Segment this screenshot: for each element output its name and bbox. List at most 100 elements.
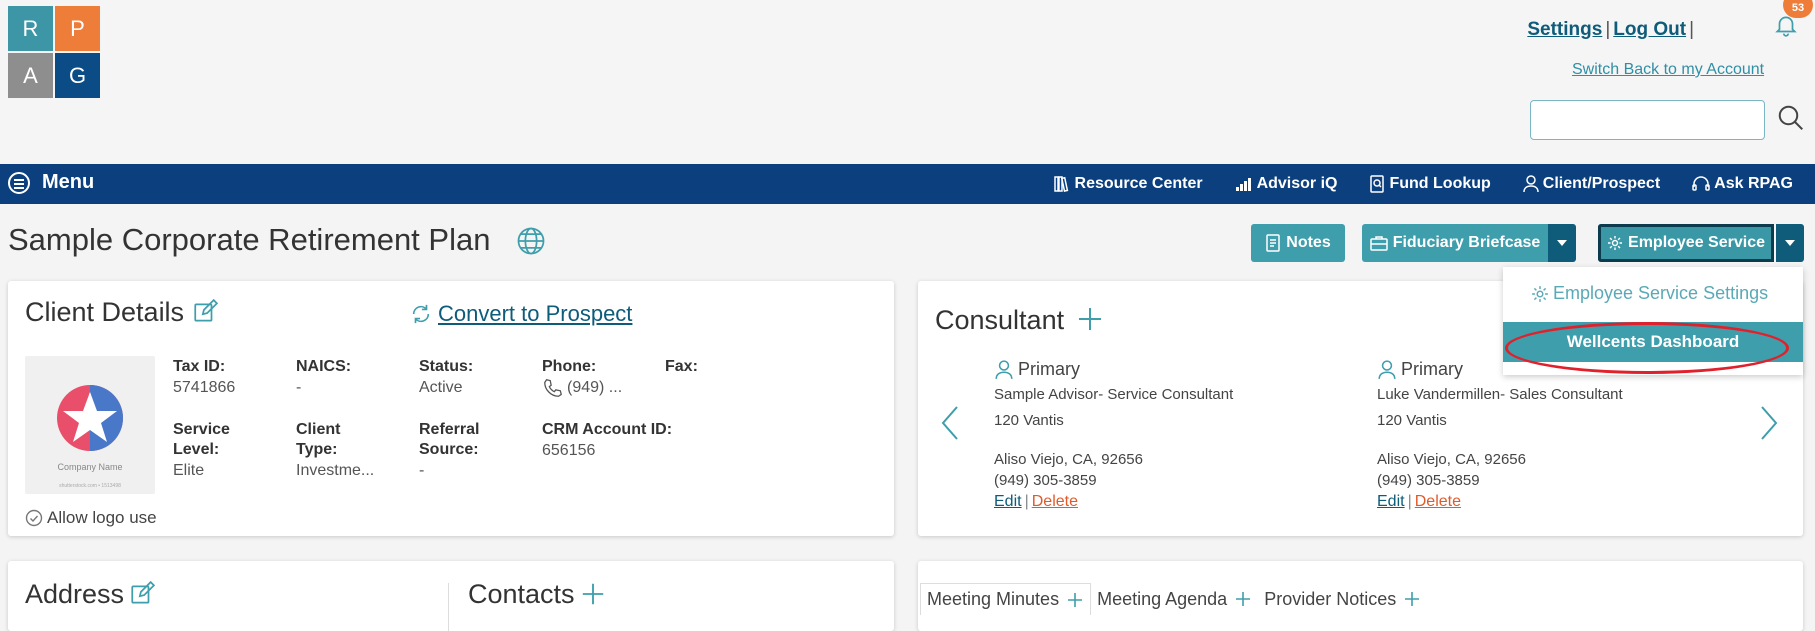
add-consultant-icon[interactable] (1076, 305, 1104, 333)
delete-consultant-link[interactable]: Delete (1032, 493, 1078, 510)
consultant-actions: Edit | Delete (1377, 493, 1461, 510)
employee-service-menu: Employee Service Settings Wellcents Dash… (1503, 267, 1803, 375)
contacts-title: Contacts (468, 579, 575, 609)
convert-to-prospect-link[interactable]: Convert to Prospect (410, 301, 632, 327)
plus-icon[interactable] (1066, 591, 1084, 609)
field-value: Investme... (296, 462, 375, 479)
refresh-icon (412, 304, 430, 324)
consultant-address2: Aliso Viejo, CA, 92656 (1377, 451, 1526, 468)
allow-logo-checkbox[interactable]: Allow logo use (25, 508, 157, 528)
consultant-actions: Edit | Delete (994, 493, 1078, 510)
tab-label: Meeting Minutes (927, 589, 1060, 609)
search-input[interactable] (1530, 100, 1765, 140)
fiduciary-briefcase-button[interactable]: Fiduciary Briefcase (1362, 224, 1548, 262)
briefcase-icon (1369, 236, 1388, 251)
employee-service-settings-item[interactable]: Employee Service Settings (1531, 283, 1768, 304)
address-title: Address (25, 579, 125, 609)
logo-letter: P (55, 6, 100, 51)
settings-link[interactable]: Settings (1527, 19, 1602, 40)
gear-icon (1532, 285, 1548, 302)
meetings-card: Meeting Minutes Meeting Agenda Provider … (918, 561, 1803, 631)
document-search-icon (1370, 175, 1385, 193)
top-links: Settings | Log Out | (1527, 19, 1697, 41)
add-contact-icon[interactable] (580, 581, 606, 607)
nav-label: Advisor iQ (1256, 175, 1338, 192)
books-icon (1053, 176, 1068, 192)
company-logo-caption: Company Name (57, 462, 123, 472)
delete-consultant-link[interactable]: Delete (1415, 493, 1461, 510)
field-value: - (419, 462, 425, 479)
consultant-address2: Aliso Viejo, CA, 92656 (994, 451, 1143, 468)
nav-client-prospect[interactable]: Client/Prospect (1523, 175, 1660, 193)
field-value: Elite (173, 462, 205, 479)
field-referral-source: Referral Source: - (419, 420, 509, 482)
nav-label: Resource Center (1074, 175, 1203, 192)
logout-link[interactable]: Log Out (1613, 19, 1686, 40)
consultant-phone: (949) 305-3859 (1377, 472, 1480, 489)
nav-label: Ask RPAG (1714, 175, 1793, 192)
plus-icon[interactable] (1234, 590, 1252, 608)
tab-meeting-agenda[interactable]: Meeting Agenda (1091, 583, 1258, 615)
search-icon[interactable] (1776, 103, 1806, 133)
fiduciary-briefcase-dropdown-toggle[interactable] (1548, 224, 1576, 262)
notification-badge[interactable]: 53 (1783, 0, 1813, 18)
fiduciary-briefcase-label: Fiduciary Briefcase (1392, 234, 1541, 251)
menu-button[interactable]: Menu (8, 171, 94, 194)
edit-icon[interactable] (192, 299, 218, 325)
tab-meeting-minutes[interactable]: Meeting Minutes (920, 583, 1092, 615)
nav-advisor-iq[interactable]: Advisor iQ (1235, 175, 1338, 193)
wellcents-dashboard-item[interactable]: Wellcents Dashboard (1503, 322, 1803, 362)
globe-icon[interactable] (516, 226, 546, 256)
tab-provider-notices[interactable]: Provider Notices (1258, 583, 1427, 615)
field-value: 5741866 (173, 379, 236, 396)
link-separator: | (1689, 19, 1694, 40)
employee-service-button[interactable]: Employee Service (1598, 224, 1774, 262)
field-phone: Phone: (949) ... (542, 357, 672, 399)
nav-label: Fund Lookup (1389, 175, 1491, 192)
plus-icon[interactable] (1403, 590, 1421, 608)
logo-letter: G (55, 53, 100, 98)
card-title: Consultant (935, 305, 1065, 335)
menu-item-label: Employee Service Settings (1553, 283, 1769, 303)
field-label: CRM Account ID: (542, 421, 673, 438)
company-logo-fineprint: shutterstock.com • 1513498 (59, 483, 121, 489)
employee-service-dropdown-toggle[interactable] (1776, 224, 1804, 262)
field-fax: Fax: (665, 357, 775, 377)
edit-consultant-link[interactable]: Edit (994, 493, 1022, 510)
switch-account-link[interactable]: Switch Back to my Account (1572, 61, 1764, 79)
field-value: - (296, 379, 302, 396)
nav-fund-lookup[interactable]: Fund Lookup (1369, 175, 1491, 193)
nav-ask-rpag[interactable]: Ask RPAG (1692, 175, 1793, 193)
nav-label: Client/Prospect (1542, 175, 1661, 192)
page-title: Sample Corporate Retirement Plan (8, 222, 491, 257)
main-menu-bar: Menu Resource Center Advisor iQ Fund Loo… (0, 164, 1815, 204)
notes-button[interactable]: Notes (1251, 224, 1345, 262)
client-details-card: Client Details Convert to Prospect Compa… (8, 281, 894, 536)
chevron-left-icon[interactable] (939, 403, 961, 443)
field-status: Status: Active (419, 357, 529, 399)
field-label: Service Level: (173, 421, 230, 458)
consultant-entry: Primary Sample Advisor- Service Consulta… (994, 359, 1324, 512)
consultant-address1: 120 Vantis (994, 412, 1064, 429)
edit-consultant-link[interactable]: Edit (1377, 493, 1405, 510)
phone-value-row[interactable]: (949) ... (542, 377, 672, 399)
field-client-type: Client Type: Investme... (296, 420, 386, 482)
link-separator: | (1605, 19, 1611, 40)
field-label: Tax ID: (173, 358, 226, 375)
top-nav: Resource Center Advisor iQ Fund Lookup C… (1021, 175, 1793, 193)
phone-icon (544, 379, 562, 397)
chevron-right-icon[interactable] (1758, 403, 1780, 443)
divider (448, 583, 449, 631)
company-logo[interactable]: Company Name shutterstock.com • 1513498 (25, 356, 155, 494)
logo-letter: A (8, 53, 53, 98)
field-naics: NAICS: - (296, 357, 406, 399)
person-icon (995, 359, 1013, 379)
nav-resource-center[interactable]: Resource Center (1053, 175, 1203, 193)
edit-icon[interactable] (129, 581, 155, 607)
notes-icon (1266, 234, 1281, 252)
field-value: (949) ... (567, 379, 623, 396)
tab-label: Meeting Agenda (1097, 588, 1228, 609)
rpag-logo[interactable]: R P A G (8, 6, 101, 98)
field-label: Phone: (542, 358, 597, 375)
card-title: Client Details (25, 297, 185, 327)
